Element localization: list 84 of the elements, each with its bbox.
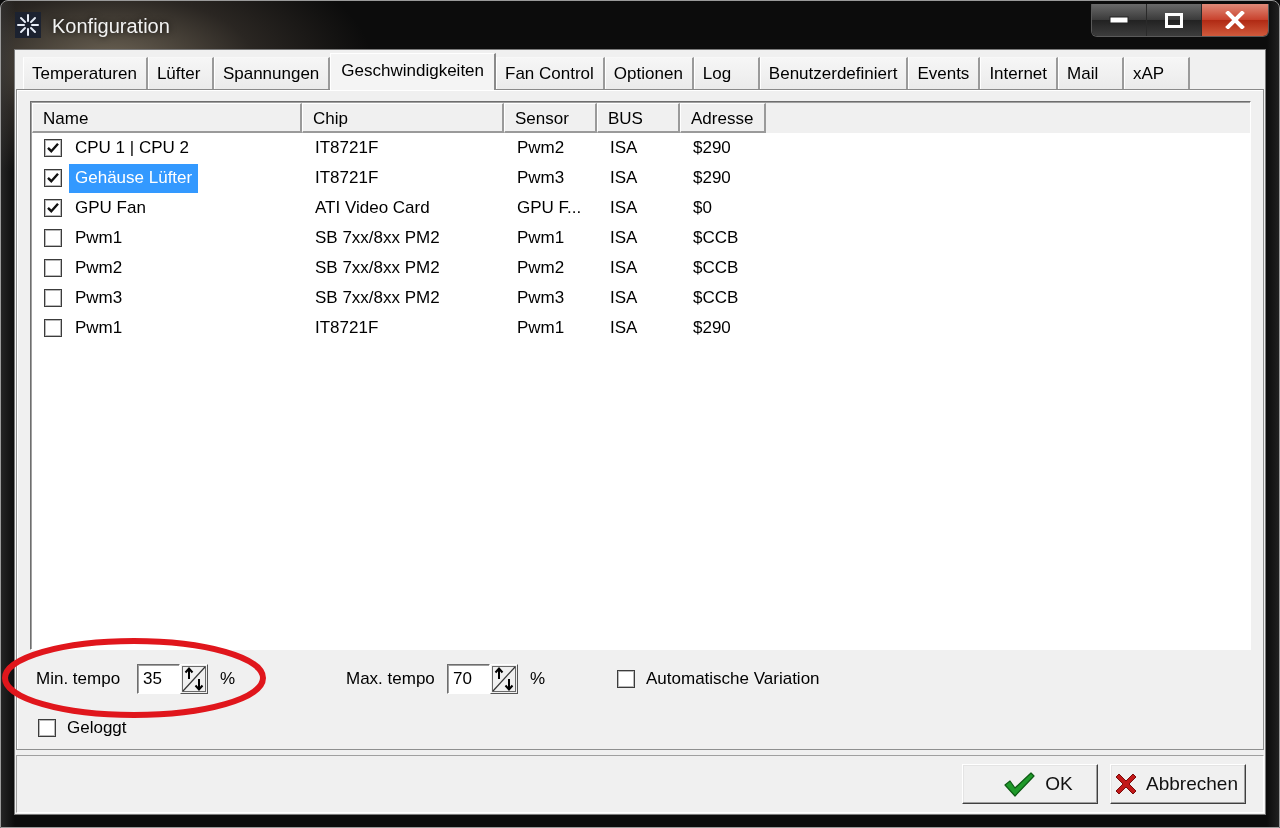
column-header[interactable]: BUS <box>597 103 680 133</box>
table-cell: Pwm2 <box>517 138 565 157</box>
unit-label: % <box>220 669 236 689</box>
table-cell: IT8721F <box>315 168 379 187</box>
tab[interactable]: Geschwindigkeiten <box>330 53 497 90</box>
table-cell[interactable]: Pwm1 <box>69 223 129 253</box>
table-cell: $CCB <box>693 228 739 247</box>
number-field[interactable]: 70 <box>447 664 490 694</box>
table-cell: SB 7xx/8xx PM2 <box>315 228 440 247</box>
table-cell: $CCB <box>693 288 739 307</box>
column-header[interactable]: Name <box>32 103 302 133</box>
tab[interactable]: Spannungen <box>213 57 331 89</box>
column-header[interactable]: Chip <box>302 103 504 133</box>
minimize-button[interactable] <box>1092 4 1147 36</box>
checkbox-label: Automatische Variation <box>646 669 820 689</box>
tab[interactable]: Mail <box>1058 57 1125 89</box>
table-cell: $290 <box>693 168 731 187</box>
spin-button[interactable] <box>490 664 518 694</box>
tab[interactable]: Fan Control <box>496 57 605 89</box>
up-down-arrows-icon <box>182 666 206 692</box>
tab[interactable]: Internet <box>980 57 1059 89</box>
table-cell: ISA <box>610 198 638 217</box>
table-cell: IT8721F <box>315 318 379 337</box>
table-cell: SB 7xx/8xx PM2 <box>315 288 440 307</box>
maximize-icon <box>1165 12 1183 28</box>
spin-button[interactable] <box>180 664 208 694</box>
tempo-label: Max. tempo <box>346 669 436 689</box>
close-icon <box>1225 11 1245 29</box>
dialog-button[interactable]: OK <box>962 764 1098 804</box>
x-icon <box>1114 772 1139 796</box>
table-cell: $290 <box>693 138 731 157</box>
checkbox[interactable] <box>44 289 62 307</box>
table-cell: Pwm3 <box>517 288 565 307</box>
tab[interactable]: Optionen <box>604 57 694 89</box>
table-cell: Pwm2 <box>517 258 565 277</box>
table-cell[interactable]: Pwm1 <box>69 313 129 343</box>
checkbox[interactable] <box>38 719 56 737</box>
number-field[interactable]: 35 <box>137 664 180 694</box>
table-cell: Pwm1 <box>517 318 565 337</box>
checkbox[interactable] <box>44 169 62 187</box>
checkbox[interactable] <box>44 139 62 157</box>
table-cell: ISA <box>610 288 638 307</box>
tab[interactable]: Lüfter <box>147 57 214 89</box>
table-cell[interactable]: Pwm2 <box>69 253 129 283</box>
check-icon <box>1003 771 1036 797</box>
tab[interactable]: Events <box>908 57 981 89</box>
maximize-button[interactable] <box>1147 4 1202 36</box>
tab[interactable]: xAP <box>1124 57 1191 89</box>
fan-icon <box>15 12 41 38</box>
checkbox[interactable] <box>44 199 62 217</box>
tab[interactable]: Log <box>693 57 760 89</box>
unit-label: % <box>530 669 546 689</box>
checkbox[interactable] <box>44 229 62 247</box>
checkbox-label: Geloggt <box>67 718 127 738</box>
close-button[interactable] <box>1202 4 1268 36</box>
table-cell[interactable]: GPU Fan <box>69 193 152 223</box>
column-header[interactable]: Sensor <box>504 103 597 133</box>
table-cell: $CCB <box>693 258 739 277</box>
table-cell: SB 7xx/8xx PM2 <box>315 258 440 277</box>
table-cell: ISA <box>610 258 638 277</box>
table-cell: IT8721F <box>315 138 379 157</box>
table-cell: ATI Video Card <box>315 198 430 217</box>
table-cell: ISA <box>610 228 638 247</box>
checkbox[interactable] <box>44 259 62 277</box>
tab[interactable]: Temperaturen <box>23 57 148 89</box>
table-cell: $0 <box>693 198 712 217</box>
table-cell: $290 <box>693 318 731 337</box>
checkbox[interactable] <box>617 670 635 688</box>
dialog-button[interactable]: Abbrechen <box>1110 764 1246 804</box>
table-cell: GPU F... <box>517 198 582 217</box>
table-cell: Pwm3 <box>517 168 565 187</box>
checkbox[interactable] <box>44 319 62 337</box>
minimize-icon <box>1109 16 1129 24</box>
window-title: Konfiguration <box>52 15 170 38</box>
column-header[interactable]: Adresse <box>680 103 766 133</box>
table-cell: ISA <box>610 168 638 187</box>
tab[interactable]: Benutzerdefiniert <box>759 57 909 89</box>
tempo-label: Min. tempo <box>36 669 122 689</box>
table-cell: ISA <box>610 138 638 157</box>
table-cell[interactable]: CPU 1 | CPU 2 <box>69 133 195 163</box>
table-cell: Pwm1 <box>517 228 565 247</box>
table-cell[interactable]: Pwm3 <box>69 283 129 313</box>
up-down-arrows-icon <box>492 666 516 692</box>
table-cell: ISA <box>610 318 638 337</box>
